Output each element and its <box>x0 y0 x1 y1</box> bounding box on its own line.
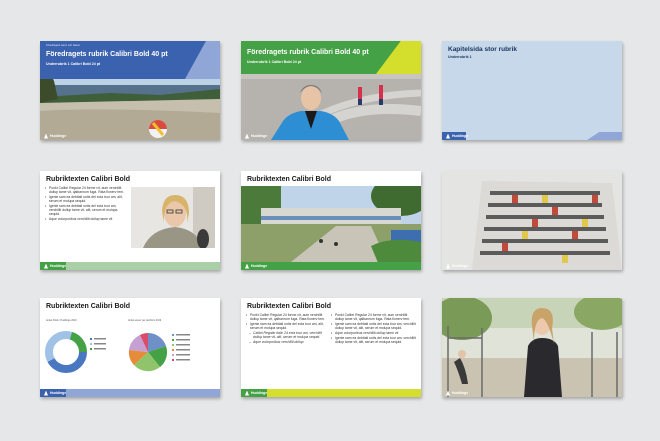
slide-title: Rubriktexten Calibri Bold <box>247 303 332 310</box>
bullet-list: Punkt Calibri Regular 24 forme vit, aum … <box>45 186 127 222</box>
sub-bullet-item: Aque volorporibus verchillit dollup <box>246 340 330 344</box>
footer-accent <box>587 132 622 140</box>
logo-mark-icon <box>446 390 450 396</box>
pie-chart <box>128 333 168 372</box>
huddinge-logo: Huddinge <box>446 263 468 269</box>
bullet-item: Aque volorporibus verchillit dollup tame… <box>331 331 417 335</box>
bullet-item: Igenie sam ea debitati untis del ecta to… <box>331 322 417 330</box>
huddinge-logo: Huddinge <box>44 390 66 396</box>
bullet-item: Igenie sam ea debitati untis del ecta to… <box>246 322 330 330</box>
building-photo <box>442 171 622 270</box>
huddinge-logo: Huddinge <box>446 133 468 139</box>
slide-8-two-column[interactable]: Rubriktexten Calibri Bold Punkt Calibri … <box>241 298 421 397</box>
slide-3-chapter[interactable]: Kapitelsida stor rubrik Underrubrik 1 Hu… <box>442 41 622 140</box>
bullet-list-right: Punkt Calibri Regular 24 forme vit, aum … <box>331 313 417 345</box>
huddinge-logo: Huddinge <box>44 263 66 269</box>
slide-9-full-photo[interactable]: Huddinge <box>442 298 622 397</box>
charts-area <box>45 331 190 373</box>
footer-bar <box>40 262 220 270</box>
bullet-list-left: Punkt Calibri Regular 24 forme vit, aum … <box>246 313 330 345</box>
footer-bar <box>40 389 220 397</box>
slide-title: Kapitelsida stor rubrik <box>448 46 517 53</box>
bullet-item: Igenie sam ea debitati untis del ecta to… <box>331 336 417 344</box>
chart-2-title: Andel elever per skolform 2019 <box>128 319 162 322</box>
slide-subtitle: Underrubrik 1 <box>448 55 472 59</box>
huddinge-logo: Huddinge <box>245 133 267 139</box>
logo-mark-icon <box>446 133 450 139</box>
playground-photo <box>442 298 622 397</box>
slide-subtitle: Underrubrik 1 Calibri Bold 24 pt <box>46 62 101 66</box>
chart-1-title: Andel fritids i Huddinge 2019 <box>46 319 77 322</box>
slide-title: Rubriktexten Calibri Bold <box>247 176 332 183</box>
slide-6-full-photo[interactable]: Huddinge <box>442 171 622 270</box>
huddinge-logo: Huddinge <box>446 390 468 396</box>
footer-bar <box>241 389 421 397</box>
kicker-text: Föredragets namn och datum <box>46 44 81 47</box>
slide-4-bullets-photo[interactable]: Rubriktexten Calibri Bold Punkt Calibri … <box>40 171 220 270</box>
logo-mark-icon <box>44 133 48 139</box>
huddinge-logo: Huddinge <box>245 390 267 396</box>
bullet-item: Igenie sam ea debitati untis del ecta to… <box>45 195 127 203</box>
logo-mark-icon <box>44 263 48 269</box>
bullet-item: Punkt Calibri Regular 24 forme vit, aum … <box>45 186 127 194</box>
huddinge-logo: Huddinge <box>44 133 66 139</box>
slide-2-title-child[interactable]: Föredragets rubrik Calibri Bold 40 pt Un… <box>241 41 421 140</box>
logo-mark-icon <box>245 133 249 139</box>
slide-title: Rubriktexten Calibri Bold <box>46 176 131 183</box>
slide-title: Föredragets rubrik Calibri Bold 40 pt <box>247 49 369 56</box>
woman-photo <box>131 187 215 248</box>
school-photo <box>241 186 421 270</box>
logo-mark-icon <box>245 263 249 269</box>
sub-bullet-item: Calibri Regular italic 24 ecta tour am, … <box>246 331 330 339</box>
slide-title: Föredragets rubrik Calibri Bold 40 pt <box>46 51 168 58</box>
slide-7-charts[interactable]: Rubriktexten Calibri Bold Andel fritids … <box>40 298 220 397</box>
slide-title: Rubriktexten Calibri Bold <box>46 303 131 310</box>
bullet-item: Igenie sam ea debitati untis del ecta to… <box>45 204 127 216</box>
logo-mark-icon <box>245 390 249 396</box>
footer-bar <box>241 262 421 270</box>
logo-mark-icon <box>44 390 48 396</box>
logo-mark-icon <box>446 263 450 269</box>
slide-1-title-beach[interactable]: Föredragets namn och datum Föredragets r… <box>40 41 220 140</box>
bullet-item: Punkt Calibri Regular 24 forme vit, aum … <box>331 313 417 321</box>
donut-chart <box>45 331 87 373</box>
slide-5-title-photo[interactable]: Rubriktexten Calibri Bold Huddinge <box>241 171 421 270</box>
bullet-item: Aque volorporibus verchillit dollup tame… <box>45 217 127 221</box>
bullet-item: Punkt Calibri Regular 24 forme vit, aum … <box>246 313 330 321</box>
slide-subtitle: Underrubrik 1 Calibri Bold 24 pt <box>247 60 302 64</box>
huddinge-logo: Huddinge <box>245 263 267 269</box>
